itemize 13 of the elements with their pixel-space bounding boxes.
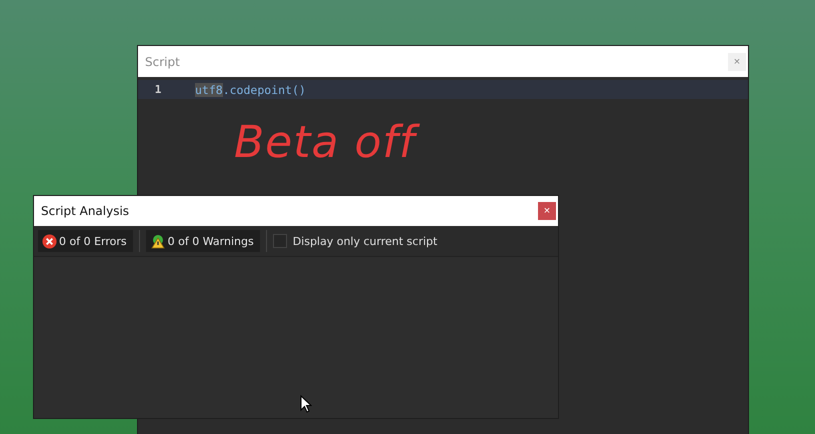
window-title: Script Analysis: [41, 204, 130, 218]
code-text: utf8.codepoint(): [195, 82, 306, 96]
handwritten-note: Beta off: [230, 113, 426, 173]
warnings-button[interactable]: 0 of 0 Warnings: [146, 230, 260, 252]
checkbox-label: Display only current script: [292, 234, 438, 248]
line-number: 1: [154, 83, 162, 96]
close-button[interactable]: ×: [538, 202, 556, 220]
mouse-pointer-icon: [300, 395, 312, 413]
window-title: Script: [145, 54, 180, 68]
checkbox[interactable]: [272, 234, 287, 248]
warning-icon: [150, 234, 166, 248]
error-icon: [42, 234, 57, 248]
errors-button[interactable]: 0 of 0 Errors: [38, 230, 133, 252]
